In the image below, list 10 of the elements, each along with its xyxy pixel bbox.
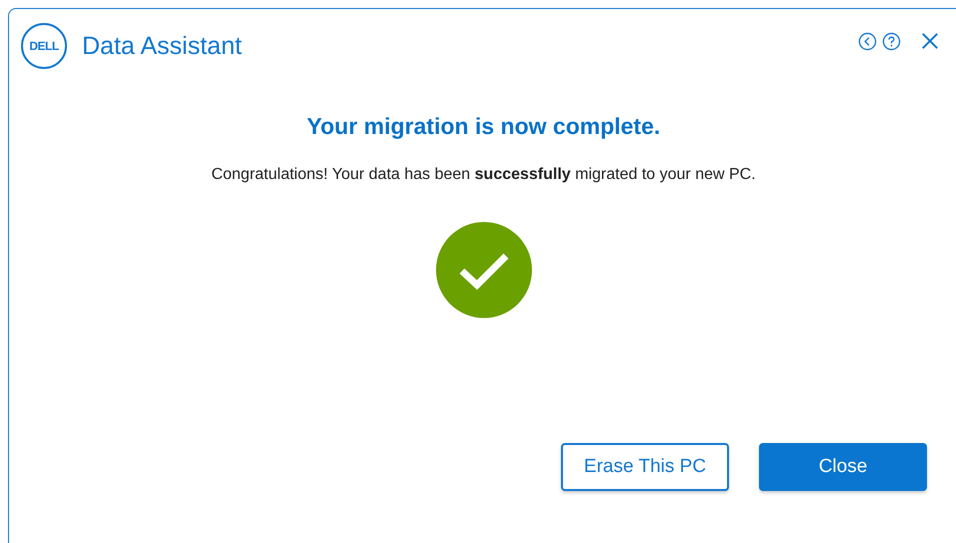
close-button[interactable]: Close — [759, 443, 927, 491]
erase-button[interactable]: Erase This PC — [561, 443, 729, 491]
message-text: Congratulations! Your data has been successfully migrated to your new PC. — [210, 166, 757, 184]
help-icon[interactable] — [882, 32, 901, 50]
checkmark-icon — [436, 222, 532, 318]
close-icon[interactable] — [921, 32, 939, 50]
window-title: Data Assistant — [82, 32, 242, 60]
dell-logo: DELL — [21, 23, 67, 69]
back-icon[interactable] — [858, 32, 877, 50]
heading: Your migration is now complete. — [306, 113, 662, 140]
